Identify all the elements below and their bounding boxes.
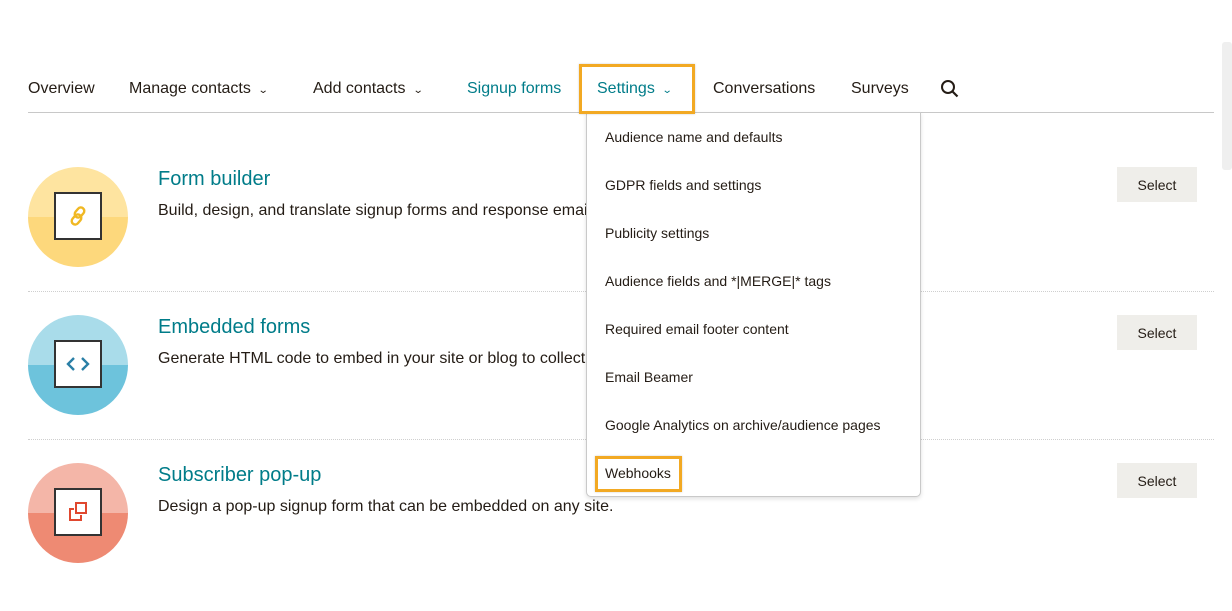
nav-manage-contacts[interactable]: Manage contacts ⌄ bbox=[129, 64, 269, 113]
menu-item-email-beamer[interactable]: Email Beamer bbox=[605, 369, 693, 385]
select-button[interactable]: Select bbox=[1117, 463, 1197, 498]
menu-item-audience-fields[interactable]: Audience fields and *|MERGE|* tags bbox=[605, 273, 831, 289]
popup-icon bbox=[54, 488, 102, 536]
row-description: Generate HTML code to embed in your site… bbox=[158, 350, 650, 367]
select-button[interactable]: Select bbox=[1117, 167, 1197, 202]
nav-conversations[interactable]: Conversations bbox=[713, 64, 815, 113]
row-title[interactable]: Subscriber pop-up bbox=[158, 464, 321, 487]
link-icon bbox=[54, 192, 102, 240]
scrollbar[interactable] bbox=[1222, 42, 1232, 170]
nav-add-contacts[interactable]: Add contacts ⌄ bbox=[313, 64, 424, 113]
menu-item-gdpr[interactable]: GDPR fields and settings bbox=[605, 177, 761, 193]
row-title[interactable]: Embedded forms bbox=[158, 316, 310, 339]
menu-item-audience-name-defaults[interactable]: Audience name and defaults bbox=[605, 129, 782, 145]
nav-label: Add contacts bbox=[313, 80, 406, 97]
menu-item-google-analytics[interactable]: Google Analytics on archive/audience pag… bbox=[605, 417, 881, 433]
subscriber-popup-illustration bbox=[28, 463, 128, 563]
nav-label: Manage contacts bbox=[129, 80, 251, 97]
code-icon bbox=[54, 340, 102, 388]
webhooks-highlight bbox=[595, 456, 682, 492]
nav-surveys[interactable]: Surveys bbox=[851, 64, 909, 113]
nav-overview[interactable]: Overview bbox=[28, 64, 95, 113]
row-title[interactable]: Form builder bbox=[158, 168, 270, 191]
menu-item-email-footer[interactable]: Required email footer content bbox=[605, 321, 789, 337]
form-builder-illustration bbox=[28, 167, 128, 267]
settings-dropdown-menu: Audience name and defaults GDPR fields a… bbox=[586, 112, 921, 497]
select-button[interactable]: Select bbox=[1117, 315, 1197, 350]
row-description: Design a pop-up signup form that can be … bbox=[158, 498, 614, 515]
menu-item-publicity[interactable]: Publicity settings bbox=[605, 225, 709, 241]
search-icon[interactable] bbox=[940, 79, 960, 99]
row-description: Build, design, and translate signup form… bbox=[158, 202, 604, 219]
chevron-down-icon: ⌄ bbox=[412, 85, 424, 96]
settings-highlight bbox=[579, 64, 695, 114]
embedded-forms-illustration bbox=[28, 315, 128, 415]
nav-signup-forms[interactable]: Signup forms bbox=[467, 64, 561, 113]
chevron-down-icon: ⌄ bbox=[257, 85, 269, 96]
